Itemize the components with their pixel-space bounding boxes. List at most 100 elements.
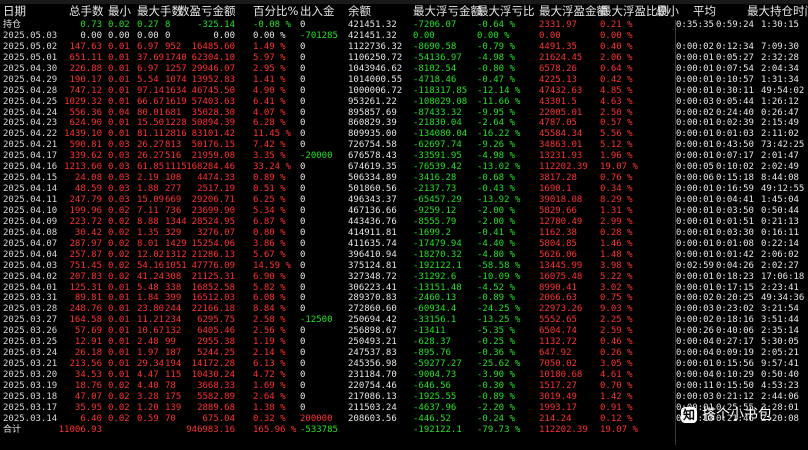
table-row[interactable]: 2025.04.29 190.17 0.01 5.54 1074 13952.83 1.41…	[0, 75, 808, 86]
cell-fl_pct: 0.00 %	[477, 30, 510, 41]
position-fp_amt: 2331.97	[539, 20, 577, 30]
header-col-0[interactable]: 日期	[3, 5, 26, 17]
table-row[interactable]: 2025.04.16 1213.60 0.03 61.85 1115 168284.46 3…	[0, 162, 808, 173]
total-row[interactable]: 合计 11006.93 946983.16 165.96 % -533785 -19212…	[0, 425, 808, 436]
cell-fl_amt: -1699.2	[413, 227, 451, 238]
header-col-4[interactable]: 数盈亏金额	[178, 5, 236, 17]
table-row[interactable]: 2025.04.28 747.12 0.01 97.14 1634 46745.50 4.9…	[0, 86, 808, 97]
cell-fp_pct: 1.48 %	[600, 249, 633, 260]
cell-c3: 1.84	[137, 293, 159, 304]
cell-flow: 0	[300, 107, 306, 118]
cell-pnl: 2955.38	[197, 337, 235, 348]
cell-pct: 6.08 %	[253, 293, 286, 304]
table-row[interactable]: 2025.03.28 248.76 0.01 23.80 244 22166.18 8.84…	[0, 304, 808, 315]
header-col-6[interactable]: 出入金	[300, 5, 335, 17]
cell-c2: 0.03	[108, 173, 130, 184]
cell-tmin: 0:00:04	[676, 348, 714, 359]
cell-tmax: 2:04:34	[761, 63, 799, 74]
cell-fl_pct: -0.25 %	[477, 337, 515, 348]
cell-tavg: 0:07:17	[716, 151, 754, 162]
header-col-1[interactable]: 总手数	[69, 5, 104, 17]
cell-fl_pct: -25.62 %	[477, 359, 521, 370]
cell-c2: 0.01	[108, 293, 130, 304]
table-row[interactable]: 2025.04.09 223.72 0.02 8.88 1344 28524.95 6.87…	[0, 217, 808, 228]
header-col-8[interactable]: 最大浮亏金额	[413, 5, 482, 17]
table-row[interactable]: 2025.03.19 18.76 0.02 4.40 78 3668.33 1.69 % 0 2…	[0, 381, 808, 392]
cell-fl_amt: -17479.94	[413, 238, 462, 249]
cell-fp_amt: 8990.41	[539, 282, 577, 293]
cell-tmin: 0:00:01	[676, 140, 714, 151]
table-row[interactable]: 2025.05.03 0.00 0.00 0.00 0 0.00 0.00 % -701285…	[0, 31, 808, 42]
table-row[interactable]: 2025.03.31 89.81 0.01 1.84 399 16512.03 6.08 %…	[0, 293, 808, 304]
cell-fl_pct: -0.47 %	[477, 74, 515, 85]
cell-tmax: 0:50:44	[761, 205, 799, 216]
header-col-5[interactable]: 百分比%	[253, 5, 298, 17]
cell-c1: 12.91	[74, 337, 102, 348]
table-row[interactable]: 2025.04.07 287.97 0.02 8.01 1429 15254.06 3.86…	[0, 239, 808, 250]
cell-c3: 26.27	[137, 151, 165, 162]
table-row[interactable]: 2025.04.01 125.31 0.01 5.48 338 16852.58 5.82 …	[0, 283, 808, 294]
table-row[interactable]: 2025.04.23 624.90 0.01 15.50 1228 50894.39 6.2…	[0, 118, 808, 129]
table-row[interactable]: 2025.04.17 339.62 0.03 26.27 516 21959.08 3.35…	[0, 151, 808, 162]
cell-flow: 0	[300, 118, 306, 129]
table-row[interactable]: 2025.04.14 48.59 0.03 1.88 277 2517.19 0.51 % 0…	[0, 184, 808, 195]
cell-fl_amt: -4718.46	[413, 74, 457, 85]
cell-fl_amt: -628.37	[413, 337, 451, 348]
header-col-10[interactable]: 最大浮盈金额	[539, 5, 608, 17]
table-row[interactable]: 2025.03.24 26.18 0.01 1.97 187 5244.25 2.14 % 0…	[0, 348, 808, 359]
table-row[interactable]: 2025.05.02 147.63 0.01 6.97 952 16485.60 1.49 …	[0, 42, 808, 53]
cell-bal: 676578.43	[348, 151, 397, 162]
table-row[interactable]: 2025.03.21 213.56 0.01 29.34 194 14172.28 6.13…	[0, 359, 808, 370]
cell-c3: 4.40	[137, 380, 159, 391]
cell-pct: 2.64 %	[253, 391, 286, 402]
header-col-14[interactable]: 最大持仓时间	[747, 5, 808, 17]
header-col-9[interactable]: 最大浮亏比	[477, 5, 535, 17]
table-row[interactable]: 2025.04.04 257.87 0.02 12.02 1312 21286.13 5.6…	[0, 250, 808, 261]
header-col-3[interactable]: 最大手数	[137, 5, 183, 17]
table-row[interactable]: 2025.04.02 207.83 0.02 41.24 308 21125.31 6.90…	[0, 272, 808, 283]
table-row[interactable]: 2025.03.27 164.58 0.01 11.21 234 6295.75 2.58 …	[0, 315, 808, 326]
table-row[interactable]: 2025.03.25 12.91 0.01 2.48 99 2955.38 1.19 % 0 2…	[0, 337, 808, 348]
cell-fl_pct: -12.14 %	[477, 85, 521, 96]
table-row[interactable]: 2025.04.25 1029.32 0.01 66.67 1619 57403.63 6.…	[0, 97, 808, 108]
header-col-13[interactable]: 平均	[693, 5, 716, 17]
table-row[interactable]: 2025.04.21 590.81 0.03 26.27 813 50176.15 7.42…	[0, 140, 808, 151]
table-row[interactable]: 2025.03.26 57.69 0.01 10.67 132 6405.46 2.56 %…	[0, 326, 808, 337]
cell-fp_amt: 7050.02	[539, 359, 577, 370]
position-c1: 0.73	[80, 20, 102, 30]
table-row[interactable]: 2025.05.01 651.11 0.01 37.69 1740 62304.10 5.9…	[0, 53, 808, 64]
cell-bal: 217086.13	[348, 391, 397, 402]
cell-fp_amt: 13445.99	[539, 260, 583, 271]
cell-pct: 2.58 %	[253, 315, 286, 326]
table-row[interactable]: 2025.04.15 24.08 0.03 2.19 108 4474.33 0.89 % 0…	[0, 173, 808, 184]
cell-fl_amt: -59277.27	[413, 359, 462, 370]
cell-fl_pct: -4.98 %	[477, 52, 515, 63]
cell-pct: 6.28 %	[253, 118, 286, 129]
total-fp_amt: 112202.39	[539, 424, 588, 435]
cell-tmax: 0:26:47	[761, 107, 799, 118]
cell-tavg: 0:09:19	[716, 348, 754, 359]
table-row[interactable]: 2025.04.10 199.96 0.02 7.11 736 23699.90 5.34 …	[0, 206, 808, 217]
cell-bal: 674619.35	[348, 162, 397, 173]
cell-pnl: 57403.63	[191, 96, 235, 107]
cell-c2: 0.03	[108, 195, 130, 205]
table-row[interactable]: 2025.04.03 751.45 0.02 54.16 1051 47776.09 14.…	[0, 261, 808, 272]
position-row[interactable]: 持仓 0.73 0.02 0.27 8 -325.14 -0.08 % 0 421451.32 -…	[0, 20, 808, 31]
cell-tavg: 0:12:34	[716, 41, 754, 52]
cell-pct: 8.84 %	[253, 304, 286, 315]
header-col-7[interactable]: 余额	[348, 5, 371, 17]
cell-c1: 18.76	[74, 380, 102, 391]
cell-c3: 4.47	[137, 370, 159, 380]
table-row[interactable]: 2025.03.18 47.07 0.02 3.28 175 5582.89 2.64 % 0…	[0, 392, 808, 403]
cell-fl_pct: -4.40 %	[477, 238, 515, 249]
table-row[interactable]: 2025.04.08 30.42 0.02 1.35 329 3276.07 0.80 % 0…	[0, 228, 808, 239]
table-row[interactable]: 2025.04.11 247.79 0.03 15.09 669 29206.71 6.25…	[0, 195, 808, 206]
table-row[interactable]: 2025.04.30 226.88 0.01 6.97 1257 29946.07 2.95…	[0, 64, 808, 75]
table-row[interactable]: 2025.04.22 1439.10 0.01 81.11 2816 83101.42 11…	[0, 129, 808, 140]
header-col-12[interactable]: 最小	[656, 5, 679, 17]
table-row[interactable]: 2025.03.20 34.53 0.01 4.47 115 10430.24 4.72 %…	[0, 370, 808, 381]
cell-tmin: 0:00:01	[676, 271, 714, 282]
header-col-2[interactable]: 最小	[108, 5, 131, 17]
cell-fp_amt: 5829.66	[539, 205, 577, 216]
table-row[interactable]: 2025.04.24 556.36 0.04 80.01 681 35028.30 4.07…	[0, 108, 808, 119]
